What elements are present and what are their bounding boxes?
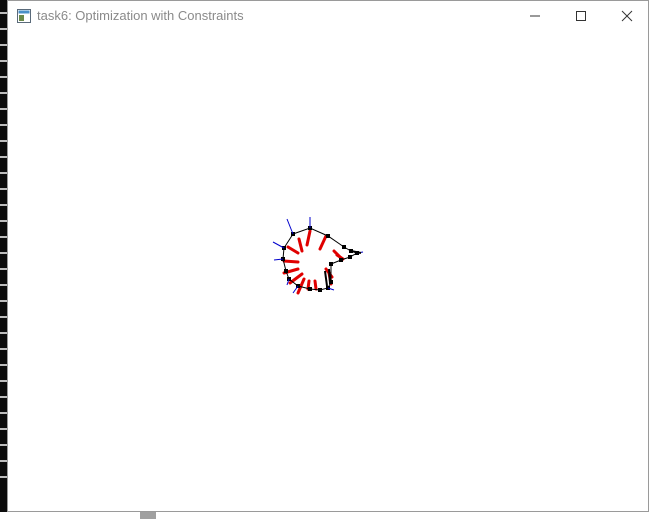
close-button[interactable] (604, 1, 650, 31)
title-bar[interactable]: task6: Optimization with Constraints (8, 1, 648, 31)
minimize-icon (530, 15, 540, 17)
maximize-button[interactable] (558, 1, 604, 31)
simulation-canvas[interactable] (8, 31, 648, 511)
dark-vector-cluster (324, 250, 362, 287)
maximize-icon (576, 11, 586, 21)
taskbar-tab[interactable] (140, 512, 156, 519)
app-window-icon (17, 9, 31, 23)
taskbar-edge (0, 512, 656, 519)
close-icon (621, 10, 633, 22)
window-title: task6: Optimization with Constraints (37, 8, 244, 23)
app-window: task6: Optimization with Constraints (7, 0, 649, 512)
minimize-button[interactable] (512, 1, 558, 31)
